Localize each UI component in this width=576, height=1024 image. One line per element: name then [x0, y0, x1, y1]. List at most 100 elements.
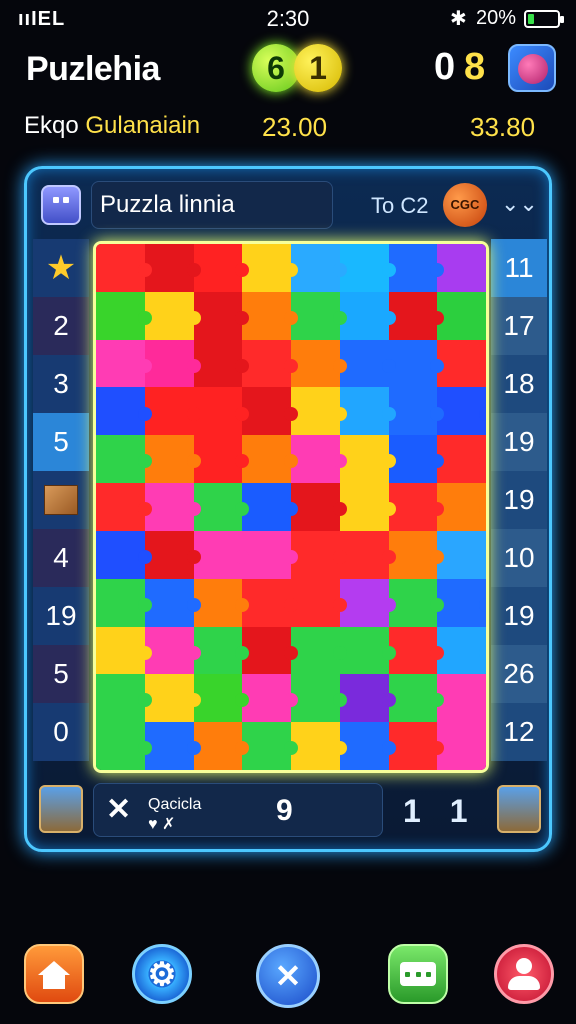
puzzle-piece[interactable]	[291, 244, 347, 292]
puzzle-piece[interactable]	[144, 674, 201, 723]
settings-button[interactable]: ⚙	[132, 944, 192, 1004]
player-avatar[interactable]	[39, 785, 83, 833]
puzzle-piece[interactable]	[437, 244, 486, 292]
puzzle-piece[interactable]	[291, 626, 347, 675]
green-coin-icon[interactable]: 6	[252, 44, 300, 92]
puzzle-piece[interactable]	[291, 530, 347, 579]
puzzle-piece[interactable]	[291, 387, 347, 436]
puzzle-piece[interactable]	[437, 626, 486, 675]
puzzle-piece[interactable]	[388, 722, 444, 770]
left-column-cell[interactable]: ★	[33, 239, 89, 297]
puzzle-piece[interactable]	[242, 530, 298, 579]
puzzle-piece[interactable]	[388, 483, 444, 531]
puzzle-piece[interactable]	[242, 626, 298, 675]
puzzle-piece[interactable]	[96, 244, 152, 292]
right-column-cell[interactable]: 19	[491, 471, 547, 529]
left-column-cell[interactable]: 3	[33, 355, 89, 413]
puzzle-piece[interactable]	[388, 339, 444, 388]
puzzle-piece[interactable]	[96, 722, 152, 770]
puzzle-piece[interactable]	[144, 722, 201, 770]
puzzle-grid[interactable]	[93, 241, 489, 773]
left-column-cell[interactable]: 19	[33, 587, 89, 645]
puzzle-piece[interactable]	[96, 578, 152, 627]
puzzle-piece[interactable]	[339, 530, 396, 579]
puzzle-piece[interactable]	[339, 722, 396, 770]
puzzle-piece[interactable]	[144, 244, 201, 292]
puzzle-piece[interactable]	[339, 244, 396, 292]
puzzle-piece[interactable]	[193, 339, 249, 388]
puzzle-piece[interactable]	[437, 578, 486, 627]
puzzle-piece[interactable]	[96, 291, 152, 340]
right-column-cell[interactable]: 19	[491, 587, 547, 645]
puzzle-piece[interactable]	[388, 435, 444, 484]
puzzle-piece[interactable]	[193, 244, 249, 292]
puzzle-piece[interactable]	[437, 387, 486, 436]
puzzle-piece[interactable]	[96, 530, 152, 579]
puzzle-piece[interactable]	[291, 483, 347, 531]
puzzle-piece[interactable]	[96, 483, 152, 531]
puzzle-piece[interactable]	[291, 339, 347, 388]
puzzle-piece[interactable]	[388, 244, 444, 292]
play-button[interactable]: ✕	[256, 944, 320, 1008]
puzzle-piece[interactable]	[242, 387, 298, 436]
puzzle-piece[interactable]	[339, 291, 396, 340]
puzzle-piece[interactable]	[144, 578, 201, 627]
right-column-cell[interactable]: 19	[491, 413, 547, 471]
puzzle-piece[interactable]	[96, 626, 152, 675]
right-column-cell[interactable]: 18	[491, 355, 547, 413]
puzzle-piece[interactable]	[242, 291, 298, 340]
puzzle-piece[interactable]	[144, 387, 201, 436]
left-column-cell[interactable]: 2	[33, 297, 89, 355]
puzzle-piece[interactable]	[193, 387, 249, 436]
puzzle-piece[interactable]	[339, 626, 396, 675]
puzzle-piece[interactable]	[193, 291, 249, 340]
puzzle-piece[interactable]	[144, 530, 201, 579]
puzzle-piece[interactable]	[388, 578, 444, 627]
puzzle-piece[interactable]	[437, 435, 486, 484]
right-column-cell[interactable]: 11	[491, 239, 547, 297]
puzzle-piece[interactable]	[291, 722, 347, 770]
right-column-cell[interactable]: 17	[491, 297, 547, 355]
left-column-cell[interactable]	[33, 471, 89, 529]
puzzle-piece[interactable]	[388, 291, 444, 340]
left-column-cell[interactable]: 0	[33, 703, 89, 761]
puzzle-piece[interactable]	[193, 722, 249, 770]
left-column-cell[interactable]: 4	[33, 529, 89, 587]
puzzle-piece[interactable]	[193, 435, 249, 484]
puzzle-piece[interactable]	[144, 483, 201, 531]
puzzle-piece[interactable]	[193, 626, 249, 675]
profile-ball-button[interactable]	[508, 44, 556, 92]
puzzle-piece[interactable]	[144, 339, 201, 388]
puzzle-piece[interactable]	[144, 291, 201, 340]
puzzle-piece[interactable]	[437, 483, 486, 531]
puzzle-piece[interactable]	[96, 435, 152, 484]
puzzle-piece[interactable]	[242, 674, 298, 723]
puzzle-piece[interactable]	[144, 435, 201, 484]
puzzle-piece[interactable]	[437, 674, 486, 723]
robot-icon[interactable]	[41, 185, 81, 225]
puzzle-piece[interactable]	[388, 530, 444, 579]
close-icon[interactable]: ✕	[106, 792, 131, 827]
puzzle-piece[interactable]	[437, 530, 486, 579]
puzzle-piece[interactable]	[437, 291, 486, 340]
puzzle-piece[interactable]	[242, 578, 298, 627]
puzzle-piece[interactable]	[388, 674, 444, 723]
puzzle-piece[interactable]	[193, 530, 249, 579]
puzzle-piece[interactable]	[242, 244, 298, 292]
puzzle-piece[interactable]	[437, 339, 486, 388]
home-button[interactable]	[24, 944, 84, 1004]
right-column-cell[interactable]: 12	[491, 703, 547, 761]
puzzle-piece[interactable]	[437, 722, 486, 770]
puzzle-piece[interactable]	[339, 674, 396, 723]
puzzle-piece[interactable]	[96, 387, 152, 436]
puzzle-piece[interactable]	[193, 674, 249, 723]
puzzle-piece[interactable]	[193, 483, 249, 531]
puzzle-piece[interactable]	[96, 674, 152, 723]
puzzle-piece[interactable]	[291, 435, 347, 484]
puzzle-piece[interactable]	[144, 626, 201, 675]
right-column-cell[interactable]: 10	[491, 529, 547, 587]
left-column-cell[interactable]: 5	[33, 413, 89, 471]
puzzle-piece[interactable]	[193, 578, 249, 627]
puzzle-piece[interactable]	[339, 578, 396, 627]
puzzle-piece[interactable]	[339, 339, 396, 388]
